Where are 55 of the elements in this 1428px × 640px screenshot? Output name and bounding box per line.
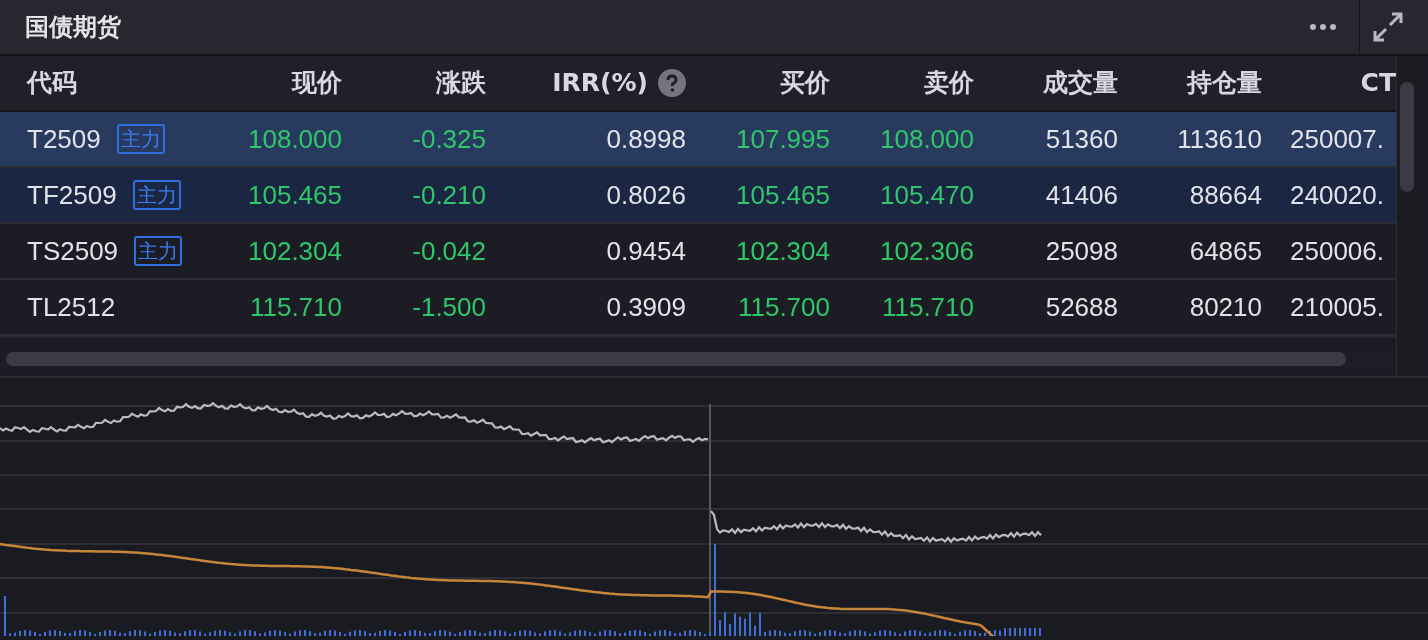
table-cell-text: 115.710 [249,290,342,324]
table-cell-text: 250006. [1290,234,1384,268]
main-contract-tag: 主力 [116,124,165,154]
table-cell-text: 102.304 [736,234,830,268]
column-header[interactable]: 代码 [27,64,77,102]
column-header[interactable]: 现价 [292,64,342,102]
table-cell-text: 108.000 [880,122,974,156]
column-header[interactable]: 持仓量 [1187,64,1262,102]
table-cell-text: -0.325 [412,122,486,156]
table-cell-text: 113610 [1177,122,1262,156]
table-cell-text: 108.000 [248,122,342,156]
column-header[interactable]: CT [1360,64,1396,102]
expand-icon [1373,12,1403,42]
column-header[interactable]: IRR(%) [552,64,686,102]
table-cell-text: 0.8998 [606,122,686,156]
table-cell-text: 107.995 [736,122,830,156]
table-row[interactable]: TF2509 主力 105.465 -0.210 0.8026 105.465 105.470 41406 88664 240020. [0,168,1396,224]
table-cell-text: 210005. [1290,290,1384,324]
table-cell-text: 102.306 [880,234,974,268]
table-cell-text: 88664 [1189,178,1262,212]
table-cell-text: 105.465 [736,178,830,212]
contract-code: T2509 [27,122,101,156]
table-cell-text: 0.8026 [606,178,686,212]
table-cell-text: -1.500 [412,290,486,324]
table-cell-text: 250007. [1290,122,1384,156]
help-icon[interactable] [658,69,686,97]
column-header[interactable]: 涨跌 [436,64,486,102]
table-cell-text: 102.304 [248,234,342,268]
more-icon [1309,23,1337,31]
table-cell-text: 80210 [1189,290,1262,324]
table-row[interactable]: T2509 主力 108.000 -0.325 0.8998 107.995 108.000 51360 113610 250007. [0,112,1396,168]
table-cell-text: 0.3909 [606,290,686,324]
table-cell-text: 115.700 [737,290,830,324]
panel-title: 国债期货 [25,12,122,43]
main-contract-tag: 主力 [132,180,181,210]
table-cell-text: 64865 [1189,234,1262,268]
main-contract-tag: 主力 [134,236,183,266]
contract-code: TF2509 [27,178,117,212]
vertical-scrollbar[interactable] [1396,56,1416,376]
table-cell-text: 240020. [1290,178,1384,212]
table-cell-text: 0.9454 [606,234,686,268]
contract-code: TS2509 [27,234,119,268]
table-cell-text: 105.470 [880,178,974,212]
table-cell-text: 25098 [1045,234,1118,268]
column-header[interactable]: 买价 [780,64,830,102]
table-cell-text: 52688 [1045,290,1118,324]
table-cell-text: 41406 [1045,178,1118,212]
table-cell-text: 105.465 [248,178,342,212]
column-header[interactable]: 卖价 [924,64,974,102]
table-cell-text: 115.710 [881,290,974,324]
table-cell-text: -0.210 [412,178,486,212]
column-header[interactable]: 成交量 [1043,64,1118,102]
table-cell-text: -0.042 [412,234,486,268]
table-cell-text: 51360 [1045,122,1118,156]
contract-code: TL2512 [27,290,116,324]
